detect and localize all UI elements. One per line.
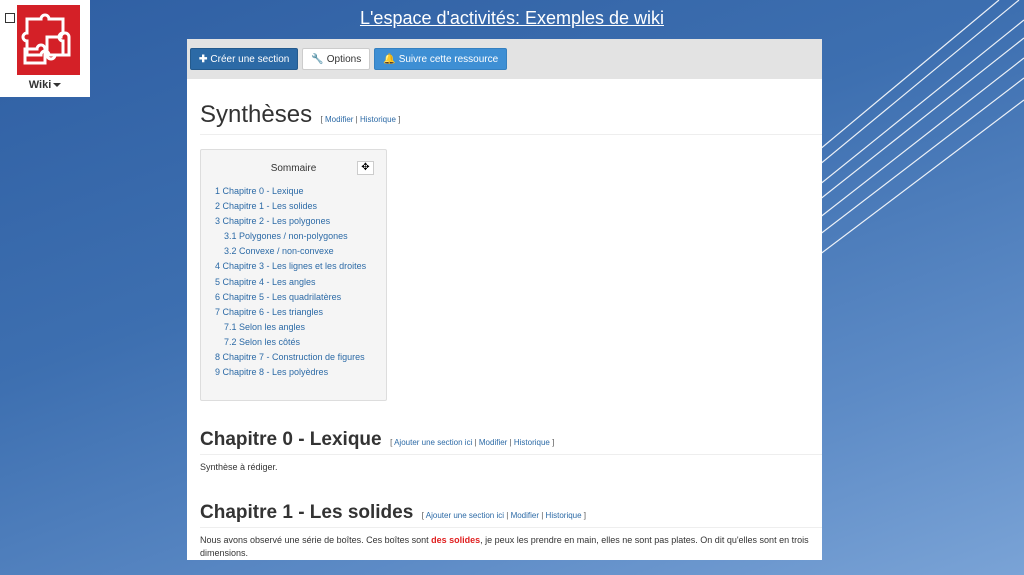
add-section-link[interactable]: Ajouter une section ici [426,511,504,520]
section-edit-link[interactable]: Modifier [479,438,507,447]
toc-item[interactable]: 2 Chapitre 1 - Les solides [215,199,372,214]
section-chapitre-1: Chapitre 1 - Les solides [ Ajouter une s… [200,502,822,560]
toc-item[interactable]: 8 Chapitre 7 - Construction de figures [215,350,372,365]
toc-title: Sommaire [270,163,317,174]
section-history-link[interactable]: Historique [546,511,582,520]
page-title: Synthèses [200,101,313,128]
plus-icon: ✚ [199,54,208,65]
puzzle-logo-icon [17,5,80,75]
slide-title[interactable]: L'espace d'activités: Exemples de wiki [0,8,1024,29]
toc-item[interactable]: 3.2 Convexe / non-convexe [215,244,372,259]
wiki-logo-panel[interactable]: Wiki [0,0,90,97]
wiki-menu-dropdown[interactable]: Wiki [0,79,90,91]
add-section-link[interactable]: Ajouter une section ici [394,438,472,447]
bell-icon: 🔔 [383,54,396,65]
section-title: Chapitre 0 - Lexique [200,429,382,450]
section-links: [ Ajouter une section ici | Modifier | H… [421,511,587,520]
toc-item[interactable]: 4 Chapitre 3 - Les lignes et les droites [215,259,372,274]
create-section-button[interactable]: ✚ Créer une section [190,48,299,70]
caret-down-icon [53,83,62,88]
wrench-icon: 🔧 [311,54,324,65]
toc-item[interactable]: 6 Chapitre 5 - Les quadrilatères [215,290,372,305]
wiki-content-panel: ✚ Créer une section 🔧 Options 🔔 Suivre cett… [187,39,822,560]
section-history-link[interactable]: Historique [514,438,550,447]
toolbar: ✚ Créer une section 🔧 Options 🔔 Suivre cett… [187,39,822,79]
page-header: Synthèses [ Modifier | Historique ] [200,101,822,135]
options-button[interactable]: 🔧 Options [302,48,371,70]
toc-item[interactable]: 7 Chapitre 6 - Les triangles [215,305,372,320]
toc-item[interactable]: 7.1 Selon les angles [215,320,372,335]
section-text: Synthèse à rédiger. [200,462,278,472]
decorative-lines [819,0,1024,256]
toc-item[interactable]: 9 Chapitre 8 - Les polyèdres [215,365,372,380]
toc-item[interactable]: 3 Chapitre 2 - Les polygones [215,214,372,229]
page-edit-link[interactable]: Modifier [325,115,353,124]
section-text: Nous avons observé une série de boîtes. … [200,535,809,558]
checkbox[interactable] [5,13,15,23]
toc-item[interactable]: 7.2 Selon les côtés [215,335,372,350]
section-title: Chapitre 1 - Les solides [200,502,414,523]
section-edit-link[interactable]: Modifier [511,511,539,520]
toc-item[interactable]: 3.1 Polygones / non-polygones [215,229,372,244]
toc-item[interactable]: 1 Chapitre 0 - Lexique [215,184,372,199]
follow-resource-button[interactable]: 🔔 Suivre cette ressource [374,48,508,70]
toc-item[interactable]: 5 Chapitre 4 - Les angles [215,275,372,290]
highlighted-term: des solides [431,535,481,545]
table-of-contents: Sommaire ✥ 1 Chapitre 0 - Lexique 2 Chap… [200,149,387,401]
page-history-link[interactable]: Historique [360,115,396,124]
wiki-menu-label: Wiki [28,79,52,91]
section-chapitre-0: Chapitre 0 - Lexique [ Ajouter une secti… [200,429,822,474]
page-links: [ Modifier | Historique ] [320,115,401,124]
section-links: [ Ajouter une section ici | Modifier | H… [390,438,555,447]
toc-toggle-button[interactable]: ✥ [357,161,374,175]
